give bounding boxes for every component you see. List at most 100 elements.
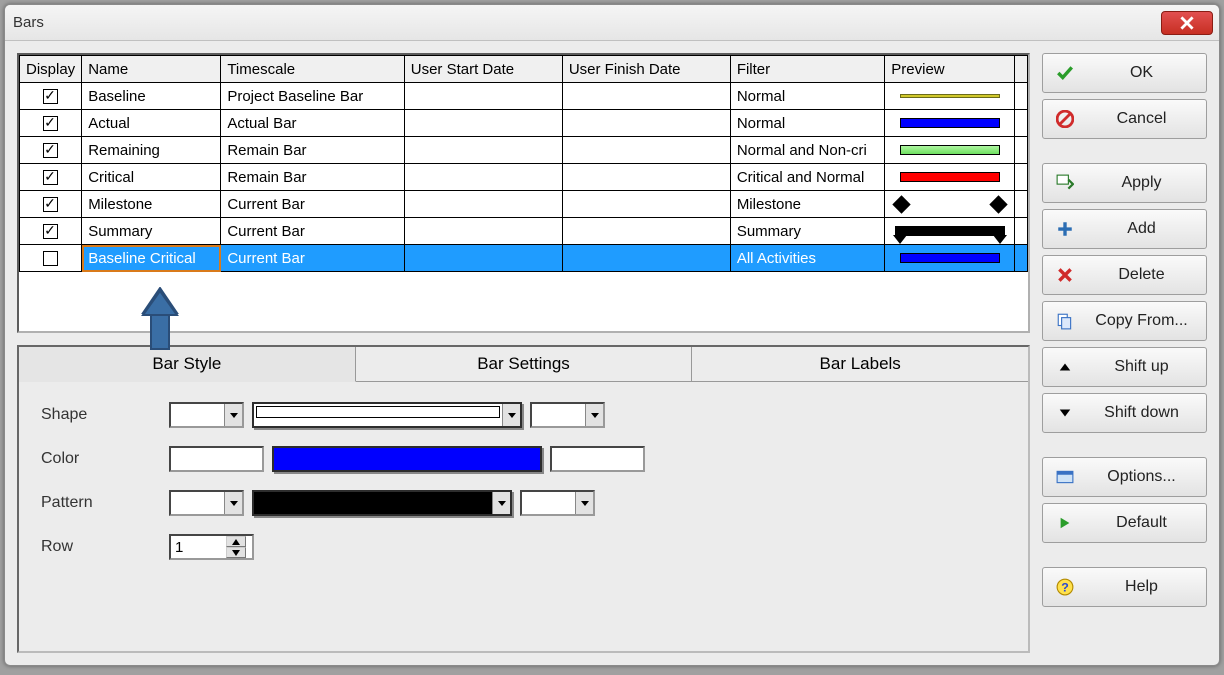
- cell-filter[interactable]: Normal: [730, 110, 884, 137]
- col-name[interactable]: Name: [82, 56, 221, 83]
- cell-timescale[interactable]: Remain Bar: [221, 164, 404, 191]
- add-button[interactable]: Add: [1042, 209, 1207, 249]
- delete-button[interactable]: Delete: [1042, 255, 1207, 295]
- display-checkbox[interactable]: [43, 89, 58, 104]
- pattern-main-dropdown[interactable]: [252, 490, 512, 516]
- cell-userfinish[interactable]: [562, 137, 730, 164]
- cell-name[interactable]: Actual: [82, 110, 221, 137]
- options-button[interactable]: Options...: [1042, 457, 1207, 497]
- color-start-dropdown[interactable]: [169, 446, 264, 472]
- shape-start-dropdown[interactable]: [169, 402, 244, 428]
- cell-timescale[interactable]: Current Bar: [221, 245, 404, 272]
- cell-filter[interactable]: All Activities: [730, 245, 884, 272]
- cell-userstart[interactable]: [404, 137, 562, 164]
- titlebar: Bars: [5, 5, 1219, 41]
- window-title: Bars: [13, 14, 1161, 31]
- cell-userfinish[interactable]: [562, 191, 730, 218]
- table-row[interactable]: Baseline Project Baseline Bar Normal: [20, 83, 1028, 110]
- cell-name[interactable]: Baseline Critical: [82, 245, 221, 272]
- ok-button[interactable]: OK: [1042, 53, 1207, 93]
- cell-userstart[interactable]: [404, 218, 562, 245]
- color-end-dropdown[interactable]: [550, 446, 645, 472]
- shape-label: Shape: [41, 406, 161, 424]
- pattern-label: Pattern: [41, 494, 161, 512]
- display-checkbox[interactable]: [43, 116, 58, 131]
- row-value-input[interactable]: [171, 539, 226, 556]
- table-row-selected[interactable]: Baseline Critical Current Bar All Activi…: [20, 245, 1028, 272]
- display-checkbox[interactable]: [43, 251, 58, 266]
- col-userfinish[interactable]: User Finish Date: [562, 56, 730, 83]
- display-checkbox[interactable]: [43, 143, 58, 158]
- table-row[interactable]: Critical Remain Bar Critical and Normal: [20, 164, 1028, 191]
- cell-userfinish[interactable]: [562, 83, 730, 110]
- cell-userfinish[interactable]: [562, 218, 730, 245]
- col-display[interactable]: Display: [20, 56, 82, 83]
- cell-preview: [885, 164, 1015, 191]
- cancel-button[interactable]: Cancel: [1042, 99, 1207, 139]
- cell-userfinish[interactable]: [562, 164, 730, 191]
- cell-timescale[interactable]: Current Bar: [221, 191, 404, 218]
- cell-name[interactable]: Milestone: [82, 191, 221, 218]
- cell-preview: [885, 137, 1015, 164]
- cell-timescale[interactable]: Actual Bar: [221, 110, 404, 137]
- bars-grid[interactable]: Display Name Timescale User Start Date U…: [17, 53, 1030, 333]
- check-icon: [1053, 64, 1077, 82]
- col-filter[interactable]: Filter: [730, 56, 884, 83]
- table-row[interactable]: Actual Actual Bar Normal: [20, 110, 1028, 137]
- cell-userstart[interactable]: [404, 191, 562, 218]
- cell-userfinish[interactable]: [562, 245, 730, 272]
- table-row[interactable]: Summary Current Bar Summary: [20, 218, 1028, 245]
- display-checkbox[interactable]: [43, 224, 58, 239]
- display-checkbox[interactable]: [43, 197, 58, 212]
- pattern-end-dropdown[interactable]: [520, 490, 595, 516]
- arrow-up-icon: [1053, 360, 1077, 374]
- tab-bar-style[interactable]: Bar Style: [19, 347, 356, 382]
- close-button[interactable]: [1161, 11, 1213, 35]
- delete-icon: [1053, 266, 1077, 284]
- table-row[interactable]: Milestone Current Bar Milestone: [20, 191, 1028, 218]
- cell-filter[interactable]: Normal: [730, 83, 884, 110]
- tab-content-bar-style: Shape Color Pattern: [19, 382, 1028, 651]
- cell-timescale[interactable]: Project Baseline Bar: [221, 83, 404, 110]
- row-up-btn[interactable]: [226, 536, 246, 547]
- arrow-down-icon: [1053, 406, 1077, 420]
- cell-userstart[interactable]: [404, 83, 562, 110]
- cell-filter[interactable]: Critical and Normal: [730, 164, 884, 191]
- shape-main-dropdown[interactable]: [252, 402, 522, 428]
- cell-filter[interactable]: Summary: [730, 218, 884, 245]
- color-main-dropdown[interactable]: [272, 446, 542, 472]
- cell-timescale[interactable]: Current Bar: [221, 218, 404, 245]
- shape-end-dropdown[interactable]: [530, 402, 605, 428]
- tab-bar-settings[interactable]: Bar Settings: [356, 347, 693, 381]
- plus-icon: [1053, 220, 1077, 238]
- shift-up-button[interactable]: Shift up: [1042, 347, 1207, 387]
- shift-down-button[interactable]: Shift down: [1042, 393, 1207, 433]
- col-preview[interactable]: Preview: [885, 56, 1015, 83]
- cell-name[interactable]: Critical: [82, 164, 221, 191]
- cell-userstart[interactable]: [404, 245, 562, 272]
- cell-name[interactable]: Remaining: [82, 137, 221, 164]
- main-panel: Display Name Timescale User Start Date U…: [17, 53, 1030, 653]
- col-userstart[interactable]: User Start Date: [404, 56, 562, 83]
- cell-userstart[interactable]: [404, 164, 562, 191]
- apply-icon: [1053, 174, 1077, 192]
- pattern-start-dropdown[interactable]: [169, 490, 244, 516]
- cell-name[interactable]: Baseline: [82, 83, 221, 110]
- row-spinner[interactable]: [169, 534, 254, 560]
- apply-button[interactable]: Apply: [1042, 163, 1207, 203]
- table-row[interactable]: Remaining Remain Bar Normal and Non-cri: [20, 137, 1028, 164]
- cell-timescale[interactable]: Remain Bar: [221, 137, 404, 164]
- col-timescale[interactable]: Timescale: [221, 56, 404, 83]
- cell-userstart[interactable]: [404, 110, 562, 137]
- default-button[interactable]: Default: [1042, 503, 1207, 543]
- cell-name[interactable]: Summary: [82, 218, 221, 245]
- row-down-btn[interactable]: [226, 547, 246, 558]
- help-button[interactable]: ? Help: [1042, 567, 1207, 607]
- display-checkbox[interactable]: [43, 170, 58, 185]
- tab-bar-labels[interactable]: Bar Labels: [692, 347, 1028, 381]
- close-icon: [1180, 16, 1194, 30]
- copy-from-button[interactable]: Copy From...: [1042, 301, 1207, 341]
- cell-filter[interactable]: Milestone: [730, 191, 884, 218]
- cell-userfinish[interactable]: [562, 110, 730, 137]
- cell-filter[interactable]: Normal and Non-cri: [730, 137, 884, 164]
